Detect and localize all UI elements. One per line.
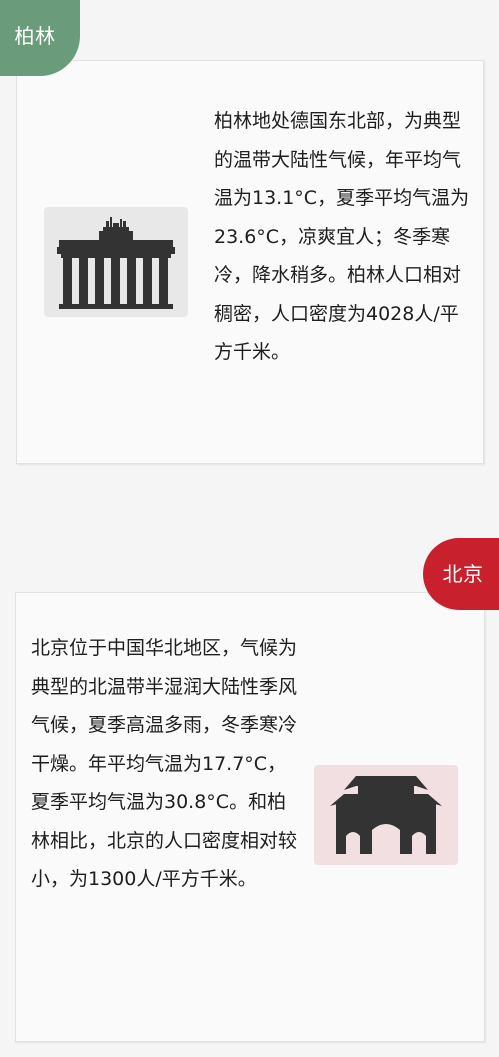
berlin-city-tag-label: 柏林 [14,24,56,48]
chinese-gate-tower-icon [330,776,442,854]
brandenburg-gate-icon [57,217,175,309]
beijing-illustration [314,765,458,865]
beijing-card: 北京位于中国华北地区，气候为典型的北温带半湿润大陆性季风气候，夏季高温多雨，冬季… [15,592,485,1042]
beijing-city-tag: 北京 [423,538,499,610]
berlin-card: 柏林地处德国东北部，为典型的温带大陆性气候，年平均气温为13.1°C，夏季平均气… [16,60,484,464]
berlin-illustration [44,207,188,317]
berlin-description: 柏林地处德国东北部，为典型的温带大陆性气候，年平均气温为13.1°C，夏季平均气… [214,110,470,363]
beijing-description: 北京位于中国华北地区，气候为典型的北温带半湿润大陆性季风气候，夏季高温多雨，冬季… [31,637,298,890]
beijing-city-tag-label: 北京 [442,562,484,586]
